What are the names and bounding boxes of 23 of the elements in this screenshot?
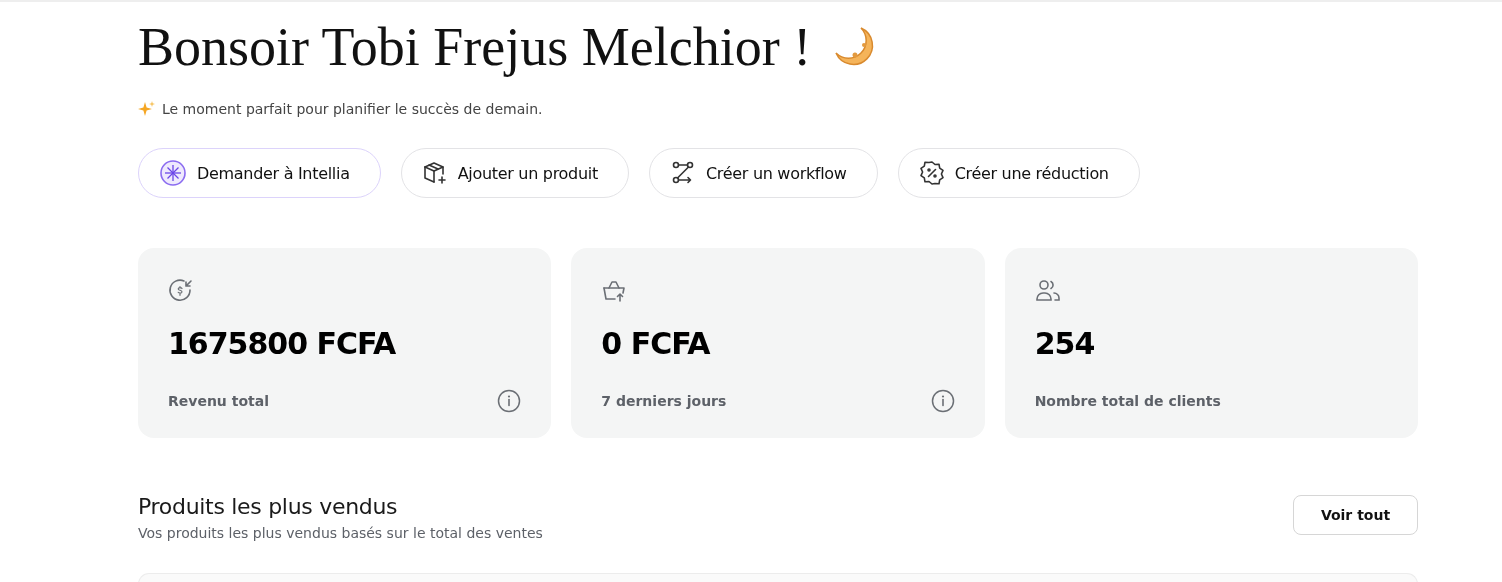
stat-label: Revenu total [168, 393, 269, 409]
action-button[interactable]: Créer un workflow [648, 148, 878, 198]
action-button[interactable]: Créer une réduction [897, 148, 1140, 198]
basket-icon [601, 278, 628, 304]
stat-value: 0 FCFA [601, 326, 710, 361]
section-subtitle: Vos produits les plus vendus basés sur le total des ventes [138, 525, 543, 541]
info-icon[interactable] [497, 389, 522, 413]
stat-label: Nombre total de clients [1034, 393, 1221, 409]
discount-icon [918, 160, 945, 186]
stat-label: 7 derniers jours [601, 393, 727, 409]
dollar-arrow-icon [168, 278, 194, 304]
view-all-button[interactable]: Voir tout [1293, 495, 1418, 535]
action-button[interactable]: Ajouter un produit [400, 148, 629, 198]
section-title: Produits les plus vendus [138, 494, 399, 519]
flower-icon [159, 159, 187, 187]
stat-value: 254 [1034, 326, 1095, 361]
info-icon[interactable] [930, 389, 955, 413]
stat-value: 1675800 FCFA [168, 326, 396, 361]
users-icon [1034, 278, 1061, 304]
box-icon [421, 160, 448, 186]
action-button[interactable]: Demander à Intellia [138, 148, 381, 198]
greeting-title: Bonsoir Tobi Frejus Melchior ! [138, 16, 812, 78]
greeting-subtitle: Le moment parfait pour planifier le succès de demain. [162, 101, 543, 117]
